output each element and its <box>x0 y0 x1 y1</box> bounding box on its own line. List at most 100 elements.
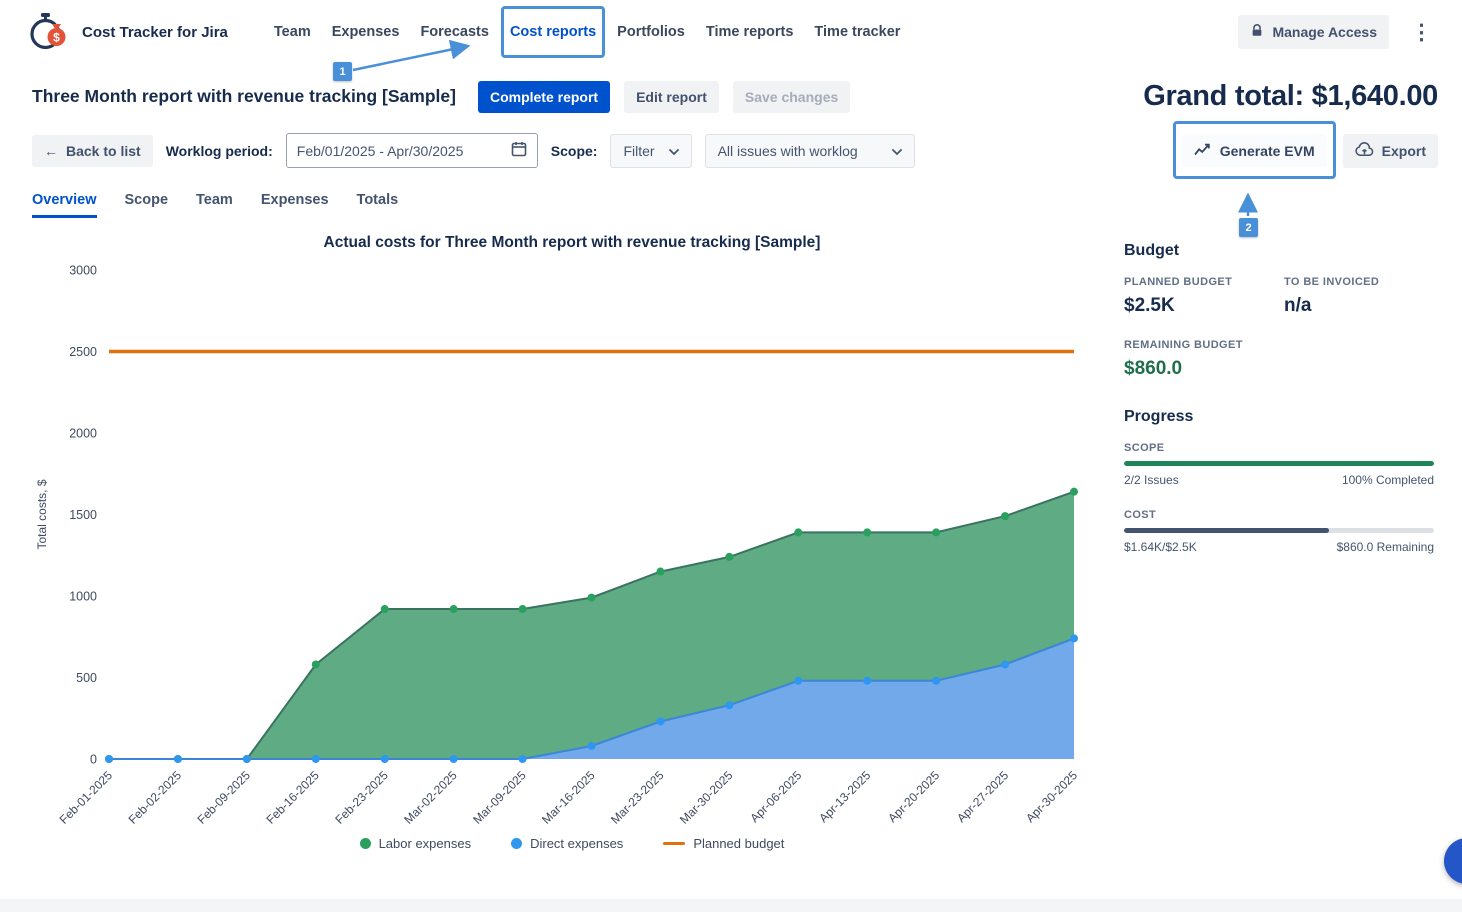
progress-heading: Progress <box>1124 408 1434 426</box>
issues-scope-select[interactable]: All issues with worklog <box>705 134 915 168</box>
tab-totals[interactable]: Totals <box>357 192 399 218</box>
svg-text:Mar-02-2025: Mar-02-2025 <box>401 768 460 827</box>
budget-values: PLANNED BUDGET $2.5K TO BE INVOICED n/a <box>1124 276 1434 317</box>
back-arrow-icon: ← <box>44 143 58 159</box>
filter-select[interactable]: Filter <box>610 134 691 168</box>
worklog-period-input[interactable]: Feb/01/2025 - Apr/30/2025 <box>286 133 538 168</box>
export-button[interactable]: Export <box>1343 134 1438 168</box>
nav-time-tracker[interactable]: Time tracker <box>814 18 900 46</box>
nav-expenses[interactable]: Expenses <box>332 18 400 46</box>
app-header: $ Cost Tracker for Jira Team Expenses Fo… <box>0 0 1462 64</box>
budget-panel: Budget PLANNED BUDGET $2.5K TO BE INVOIC… <box>1112 228 1438 851</box>
svg-text:Mar-23-2025: Mar-23-2025 <box>608 768 667 827</box>
scope-completed-text: 100% Completed <box>1342 473 1434 487</box>
svg-text:Mar-30-2025: Mar-30-2025 <box>677 768 736 827</box>
toolbar-actions: Generate EVM Export <box>1182 134 1438 168</box>
svg-text:Feb-23-2025: Feb-23-2025 <box>332 768 391 827</box>
remaining-budget-label: REMAINING BUDGET <box>1124 339 1434 351</box>
svg-text:1500: 1500 <box>69 508 97 522</box>
svg-text:Total costs, $: Total costs, $ <box>35 479 49 549</box>
app-title: Cost Tracker for Jira <box>82 24 228 41</box>
to-be-invoiced-value: n/a <box>1284 295 1379 317</box>
legend-labor-expenses[interactable]: Labor expenses <box>360 836 472 851</box>
save-changes-button[interactable]: Save changes <box>733 81 850 113</box>
kebab-menu-icon[interactable]: ⋮ <box>1403 18 1440 47</box>
grand-total: Grand total: $1,640.00 <box>1143 80 1438 113</box>
svg-text:2000: 2000 <box>69 427 97 441</box>
svg-text:2500: 2500 <box>69 345 97 359</box>
scope-label: Scope: <box>551 143 598 159</box>
svg-text:Apr-20-2025: Apr-20-2025 <box>885 768 942 825</box>
svg-text:$: $ <box>53 31 60 45</box>
back-to-list-button[interactable]: ← Back to list <box>32 135 153 167</box>
remaining-budget-value: $860.0 <box>1124 358 1434 380</box>
chevron-down-icon <box>892 143 902 159</box>
cost-remaining-text: $860.0 Remaining <box>1337 540 1434 554</box>
budget-heading: Budget <box>1124 242 1434 260</box>
svg-text:Feb-01-2025: Feb-01-2025 <box>57 768 116 827</box>
header-actions: Manage Access ⋮ <box>1238 15 1440 49</box>
chart-legend: Labor expenses Direct expenses Planned b… <box>32 836 1112 851</box>
nav-portfolios[interactable]: Portfolios <box>617 18 685 46</box>
to-be-invoiced-label: TO BE INVOICED <box>1284 276 1379 288</box>
svg-text:Apr-30-2025: Apr-30-2025 <box>1023 768 1080 825</box>
nav-cost-reports[interactable]: Cost reports <box>510 18 596 46</box>
report-toolbar: ← Back to list Worklog period: Feb/01/20… <box>32 133 1438 168</box>
page-title: Three Month report with revenue tracking… <box>32 86 456 107</box>
tab-expenses[interactable]: Expenses <box>261 192 329 218</box>
scope-issues-text: 2/2 Issues <box>1124 473 1179 487</box>
lock-icon <box>1250 23 1264 41</box>
annotation-step-2: 2 <box>1239 218 1258 237</box>
cost-area-chart: 050010001500200025003000Feb-01-2025Feb-0… <box>32 252 1092 852</box>
svg-text:Mar-09-2025: Mar-09-2025 <box>470 768 529 827</box>
manage-access-button[interactable]: Manage Access <box>1238 15 1389 49</box>
app-logo-icon: $ <box>26 11 70 53</box>
cost-progress-caption: $1.64K/$2.5K $860.0 Remaining <box>1124 540 1434 554</box>
page-content: Three Month report with revenue tracking… <box>0 80 1462 851</box>
bottom-strip <box>0 899 1462 912</box>
svg-text:3000: 3000 <box>69 264 97 278</box>
svg-text:1000: 1000 <box>69 590 97 604</box>
complete-report-button[interactable]: Complete report <box>478 81 610 113</box>
edit-report-button[interactable]: Edit report <box>624 81 719 113</box>
cost-spent-text: $1.64K/$2.5K <box>1124 540 1197 554</box>
labor-expenses-dot-icon <box>360 838 371 849</box>
svg-text:Apr-27-2025: Apr-27-2025 <box>954 768 1011 825</box>
nav-time-reports[interactable]: Time reports <box>706 18 794 46</box>
evm-chart-icon <box>1194 142 1212 159</box>
svg-text:Mar-16-2025: Mar-16-2025 <box>539 768 598 827</box>
chart-area: Actual costs for Three Month report with… <box>32 228 1112 851</box>
planned-budget-label: PLANNED BUDGET <box>1124 276 1284 288</box>
svg-text:Feb-02-2025: Feb-02-2025 <box>126 768 185 827</box>
svg-text:Apr-13-2025: Apr-13-2025 <box>816 768 873 825</box>
worklog-period-label: Worklog period: <box>166 143 273 159</box>
main-nav: Team Expenses Forecasts Cost reports Por… <box>274 18 901 46</box>
planned-budget-line-icon <box>663 842 685 846</box>
svg-text:Feb-16-2025: Feb-16-2025 <box>263 768 322 827</box>
nav-team[interactable]: Team <box>274 18 311 46</box>
chart-title: Actual costs for Three Month report with… <box>32 234 1112 252</box>
tab-team[interactable]: Team <box>196 192 233 218</box>
legend-direct-expenses[interactable]: Direct expenses <box>511 836 623 851</box>
legend-planned-budget[interactable]: Planned budget <box>663 836 784 851</box>
main-area: Actual costs for Three Month report with… <box>32 228 1438 851</box>
cost-progress-bar <box>1124 528 1434 533</box>
svg-text:500: 500 <box>76 671 97 685</box>
annotation-step-1: 1 <box>333 62 352 81</box>
calendar-icon <box>511 141 527 160</box>
scope-progress-bar <box>1124 461 1434 466</box>
svg-text:0: 0 <box>90 753 97 767</box>
tab-bar: Overview Scope Team Expenses Totals <box>32 192 1438 218</box>
cost-progress-label: COST <box>1124 509 1434 521</box>
svg-text:Feb-09-2025: Feb-09-2025 <box>194 768 253 827</box>
planned-budget-value: $2.5K <box>1124 295 1284 317</box>
scope-progress-label: SCOPE <box>1124 442 1434 454</box>
nav-forecasts[interactable]: Forecasts <box>420 18 489 46</box>
direct-expenses-dot-icon <box>511 838 522 849</box>
tab-overview[interactable]: Overview <box>32 192 97 218</box>
chevron-down-icon <box>669 143 679 159</box>
report-title-row: Three Month report with revenue tracking… <box>32 80 1438 113</box>
tab-scope[interactable]: Scope <box>125 192 169 218</box>
scope-progress-caption: 2/2 Issues 100% Completed <box>1124 473 1434 487</box>
generate-evm-button[interactable]: Generate EVM <box>1182 134 1327 167</box>
